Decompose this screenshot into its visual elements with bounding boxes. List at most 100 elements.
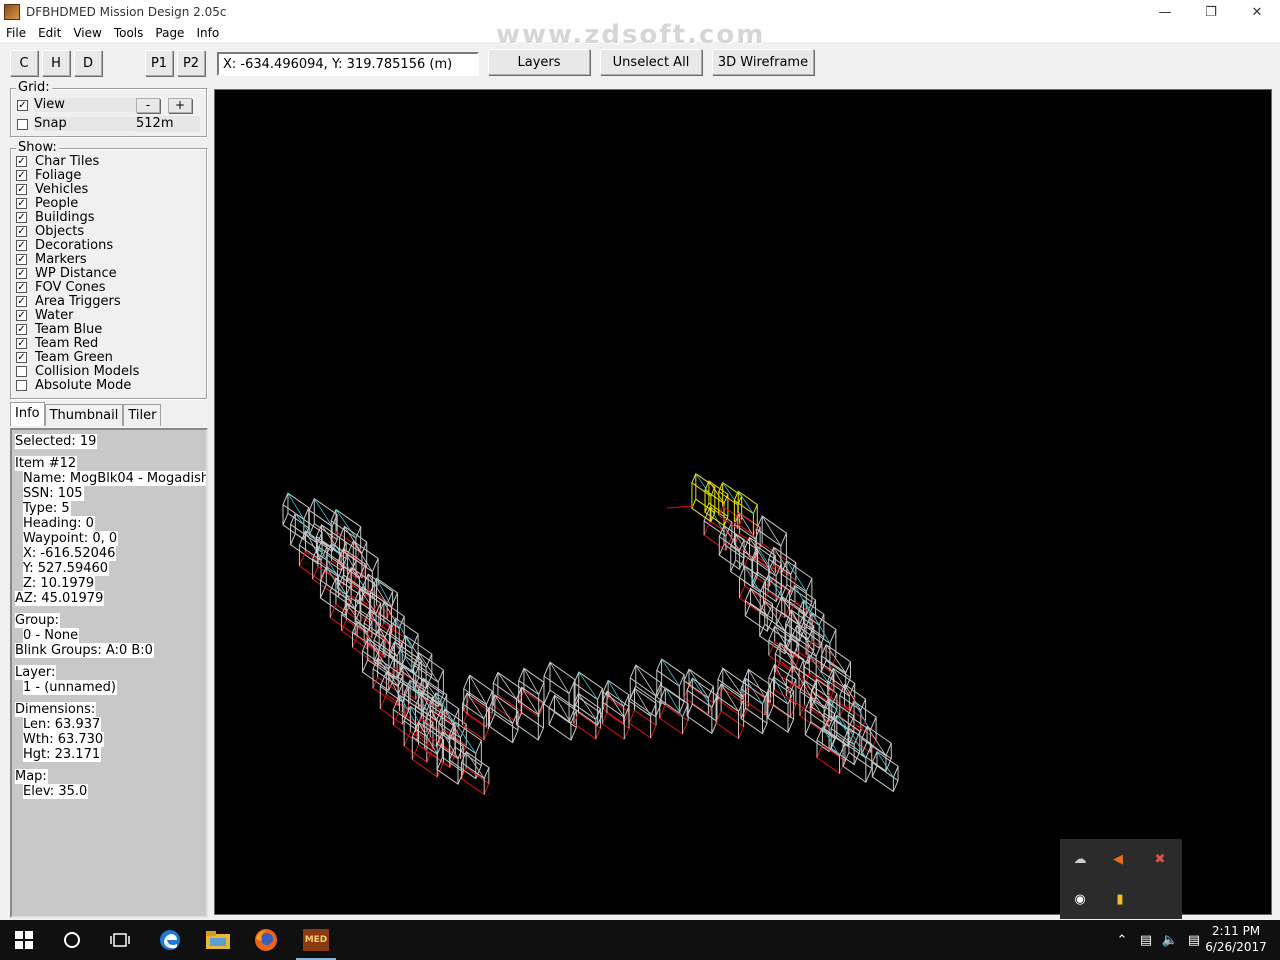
show-item-checkbox[interactable]: ✓ — [16, 281, 27, 293]
menu-file[interactable]: File — [0, 26, 32, 40]
show-item[interactable]: ✓ FOV Cones — [16, 280, 168, 295]
show-item[interactable]: ✓ Area Triggers — [16, 294, 168, 309]
show-item[interactable]: ✓ People — [16, 195, 168, 211]
search-icon[interactable] — [48, 920, 96, 960]
grid-snap-row[interactable]: Snap — [17, 116, 138, 132]
shield-icon[interactable]: ▮ — [1110, 889, 1130, 909]
record-icon[interactable]: ◉ — [1070, 889, 1090, 909]
show-item[interactable]: ✓ Team Red — [16, 336, 168, 351]
building-wireframe[interactable] — [744, 587, 774, 632]
show-item[interactable]: ✓ WP Distance — [16, 265, 168, 281]
file-explorer-icon[interactable] — [194, 920, 242, 960]
volume-icon[interactable]: 🔈 — [1158, 933, 1182, 948]
firefox-icon[interactable] — [242, 920, 290, 960]
tool-app-icon[interactable]: ✖ — [1150, 849, 1170, 869]
tab-tiler[interactable]: Tiler — [123, 404, 162, 426]
minimize-icon[interactable]: — — [1142, 0, 1188, 24]
item-number: Item #12 — [15, 456, 78, 471]
menu-edit[interactable]: Edit — [32, 26, 67, 40]
task-view-icon[interactable] — [96, 920, 144, 960]
show-item[interactable]: ✓ Team Blue — [16, 322, 168, 337]
show-item[interactable]: ✓ Vehicles — [16, 182, 168, 197]
grid-zoom-out-button[interactable]: - — [136, 98, 160, 113]
building-wireframe[interactable] — [871, 750, 899, 793]
show-item-checkbox[interactable]: ✓ — [16, 295, 27, 307]
show-item-checkbox[interactable]: ✓ — [16, 351, 27, 363]
building-wireframe[interactable] — [548, 694, 577, 741]
show-item-checkbox[interactable]: ✓ — [16, 253, 27, 265]
menu-info[interactable]: Info — [190, 26, 225, 40]
cloud-icon[interactable]: ☁ — [1070, 849, 1090, 869]
show-item[interactable]: ✓ Decorations — [16, 238, 168, 253]
show-item-label: WP Distance — [35, 265, 117, 281]
show-item[interactable]: ✓ Markers — [16, 252, 168, 267]
restore-icon[interactable]: ❐ — [1188, 0, 1234, 24]
3d-wireframe-button[interactable]: 3D Wireframe — [712, 49, 814, 75]
grid-snap-checkbox[interactable] — [17, 118, 28, 130]
building-wireframe[interactable] — [460, 750, 490, 796]
title-bar: DFBHDMED Mission Design 2.05c — ❐ ✕ — [0, 0, 1280, 24]
show-item-checkbox[interactable]: ✓ — [16, 323, 27, 335]
notification-icon[interactable]: ▤ — [1182, 933, 1206, 948]
med-app-taskbar-icon[interactable]: MED — [292, 920, 340, 960]
show-item[interactable]: ✓ Char Tiles — [16, 154, 168, 169]
show-item[interactable]: Absolute Mode — [16, 377, 168, 393]
grid-size-value[interactable]: 512m — [134, 116, 200, 132]
item-name: Name: MogBlk04 - Mogadishu — [23, 471, 206, 486]
map-viewport[interactable] — [214, 89, 1272, 915]
show-item-checkbox[interactable]: ✓ — [16, 337, 27, 349]
show-item-label: Absolute Mode — [35, 377, 132, 393]
show-item-checkbox[interactable]: ✓ — [16, 183, 27, 195]
chevron-up-icon[interactable]: ⌃ — [1110, 933, 1134, 948]
building-wireframe[interactable] — [740, 677, 768, 735]
close-icon[interactable]: ✕ — [1234, 0, 1280, 24]
mode-c-button[interactable]: C — [10, 50, 38, 76]
layers-button[interactable]: Layers — [488, 49, 590, 75]
show-item-checkbox[interactable]: ✓ — [16, 197, 27, 209]
unselect-all-button[interactable]: Unselect All — [600, 49, 702, 75]
building-wireframe[interactable] — [601, 690, 630, 740]
page-p2-button[interactable]: P2 — [177, 50, 205, 76]
show-item-checkbox[interactable]: ✓ — [16, 169, 27, 181]
menu-view[interactable]: View — [67, 26, 107, 40]
show-item[interactable]: ✓ Team Green — [16, 350, 168, 365]
speaker-app-icon[interactable]: ◀ — [1108, 849, 1128, 869]
wireframe-canvas[interactable] — [215, 90, 1271, 914]
show-item[interactable]: ✓ Objects — [16, 224, 168, 239]
show-item-label: People — [35, 195, 79, 211]
layer-value: 1 - (unnamed) — [23, 680, 117, 695]
grid-view-checkbox[interactable]: ✓ — [17, 99, 28, 111]
tab-info[interactable]: Info — [10, 402, 45, 426]
page-p1-button[interactable]: P1 — [145, 50, 173, 76]
mode-d-button[interactable]: D — [74, 50, 102, 76]
building-wireframe[interactable] — [289, 512, 323, 565]
show-item-checkbox[interactable]: ✓ — [16, 267, 27, 279]
show-item[interactable]: ✓ Foliage — [16, 168, 168, 183]
show-item[interactable]: ✓ Water — [16, 308, 168, 323]
show-item-checkbox[interactable]: ✓ — [16, 309, 27, 321]
start-icon[interactable] — [0, 920, 48, 960]
building-wireframe[interactable] — [768, 625, 800, 673]
menu-page[interactable]: Page — [149, 26, 190, 40]
show-item-checkbox[interactable] — [16, 365, 27, 377]
menu-tools[interactable]: Tools — [108, 26, 150, 40]
show-item[interactable]: ✓ Buildings — [16, 210, 168, 225]
network-icon[interactable]: ▤ — [1134, 933, 1158, 948]
building-wireframe[interactable] — [691, 472, 716, 523]
grid-zoom-in-button[interactable]: + — [168, 98, 192, 113]
building-wireframe[interactable] — [774, 642, 805, 690]
tab-thumbnail[interactable]: Thumbnail — [44, 404, 124, 426]
mode-h-button[interactable]: H — [42, 50, 70, 76]
map-title: Map: — [15, 769, 48, 784]
item-waypoint: Waypoint: 0, 0 — [23, 531, 119, 546]
edge-browser-icon[interactable] — [146, 920, 194, 960]
show-item-checkbox[interactable]: ✓ — [16, 211, 27, 223]
show-item-checkbox[interactable]: ✓ — [16, 225, 27, 237]
show-item-checkbox[interactable] — [16, 379, 27, 391]
show-item-checkbox[interactable]: ✓ — [16, 155, 27, 167]
taskbar-clock[interactable]: 2:11 PM 6/26/2017 — [1204, 923, 1268, 955]
grid-view-row[interactable]: ✓ View — [17, 97, 138, 113]
building-wireframe[interactable] — [628, 687, 657, 739]
show-item[interactable]: Collision Models — [16, 364, 168, 379]
show-item-checkbox[interactable]: ✓ — [16, 239, 27, 251]
